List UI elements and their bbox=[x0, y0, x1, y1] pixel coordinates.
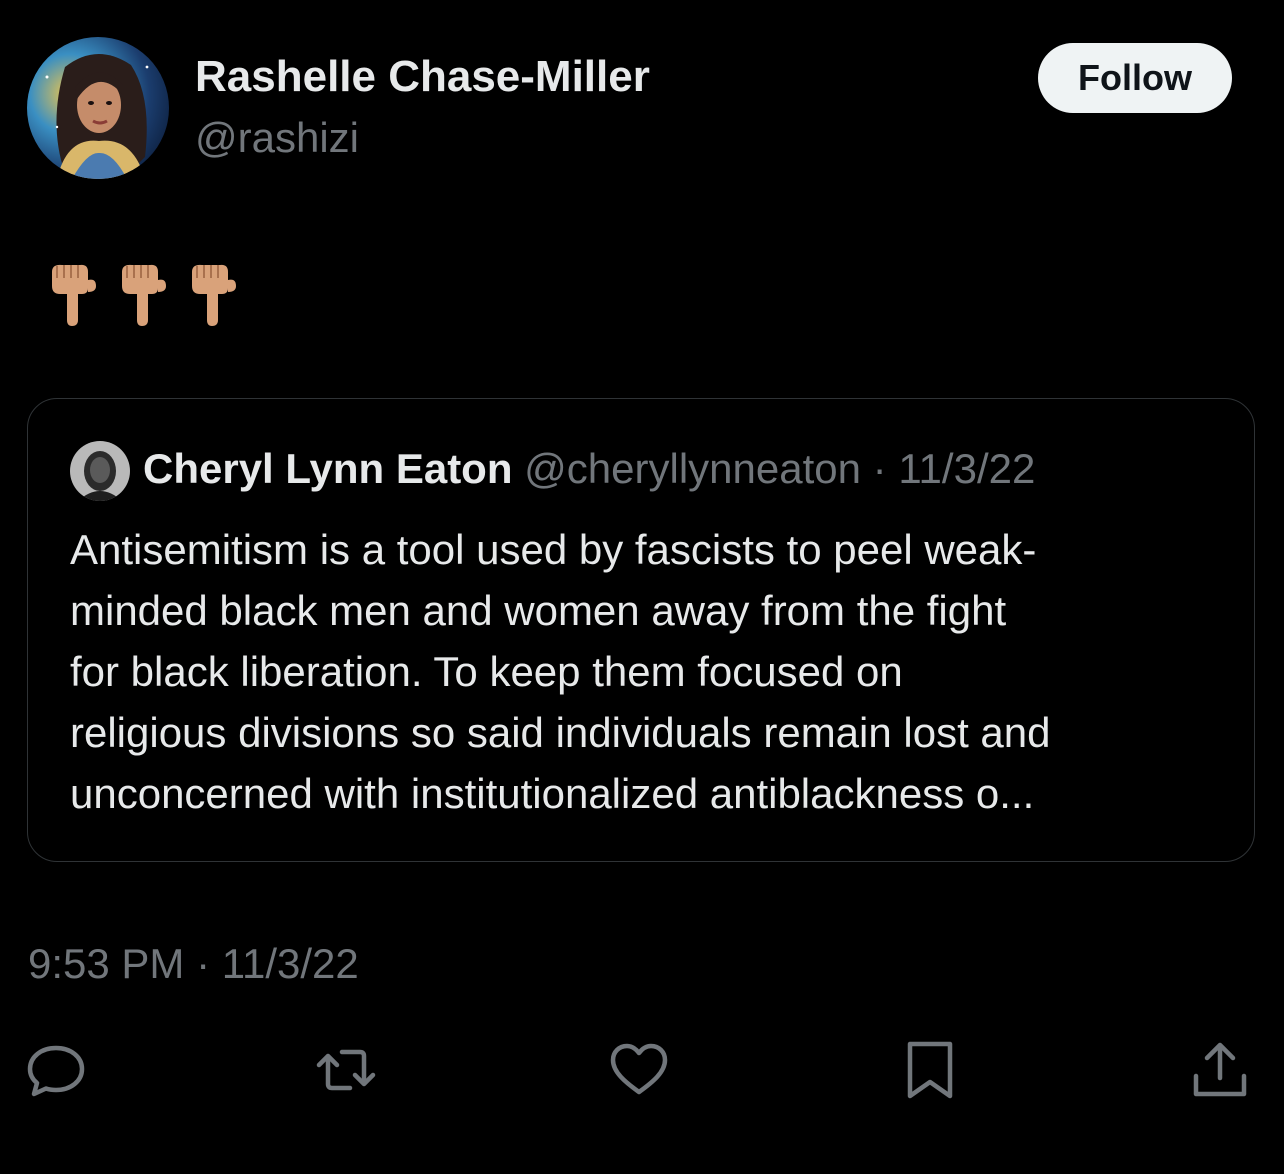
retweet-icon bbox=[316, 1049, 376, 1091]
bookmark-icon bbox=[907, 1041, 953, 1099]
heart-icon bbox=[610, 1043, 668, 1095]
author-handle[interactable]: @rashizi bbox=[195, 114, 359, 162]
like-button[interactable] bbox=[607, 1038, 671, 1102]
author-avatar[interactable] bbox=[27, 37, 169, 179]
follow-button[interactable]: Follow bbox=[1038, 43, 1232, 113]
tweet-body bbox=[40, 258, 250, 328]
author-name[interactable]: Rashelle Chase-Miller bbox=[195, 52, 650, 102]
reply-icon bbox=[27, 1045, 85, 1097]
tweet-timestamp[interactable]: 9:53 PM · 11/3/22 bbox=[28, 940, 359, 988]
quoted-author-name[interactable]: Cheryl Lynn Eaton bbox=[143, 445, 513, 492]
share-icon bbox=[1193, 1042, 1247, 1097]
pointing-down-emoji-icon bbox=[40, 258, 110, 328]
bookmark-button[interactable] bbox=[898, 1038, 962, 1102]
quoted-tweet-card[interactable]: Cheryl Lynn Eaton @cheryllynneaton · 11/… bbox=[27, 398, 1255, 862]
retweet-button[interactable] bbox=[314, 1038, 378, 1102]
quoted-tweet-header: Cheryl Lynn Eaton @cheryllynneaton · 11/… bbox=[143, 445, 1035, 493]
reply-button[interactable] bbox=[24, 1038, 88, 1102]
quoted-author-avatar[interactable] bbox=[70, 441, 130, 501]
share-button[interactable] bbox=[1188, 1038, 1252, 1102]
quoted-author-meta: @cheryllynneaton · 11/3/22 bbox=[524, 445, 1036, 492]
pointing-down-emoji-icon bbox=[110, 258, 180, 328]
pointing-down-emoji-icon bbox=[180, 258, 250, 328]
quoted-tweet-text: Antisemitism is a tool used by fascists … bbox=[70, 526, 1051, 817]
